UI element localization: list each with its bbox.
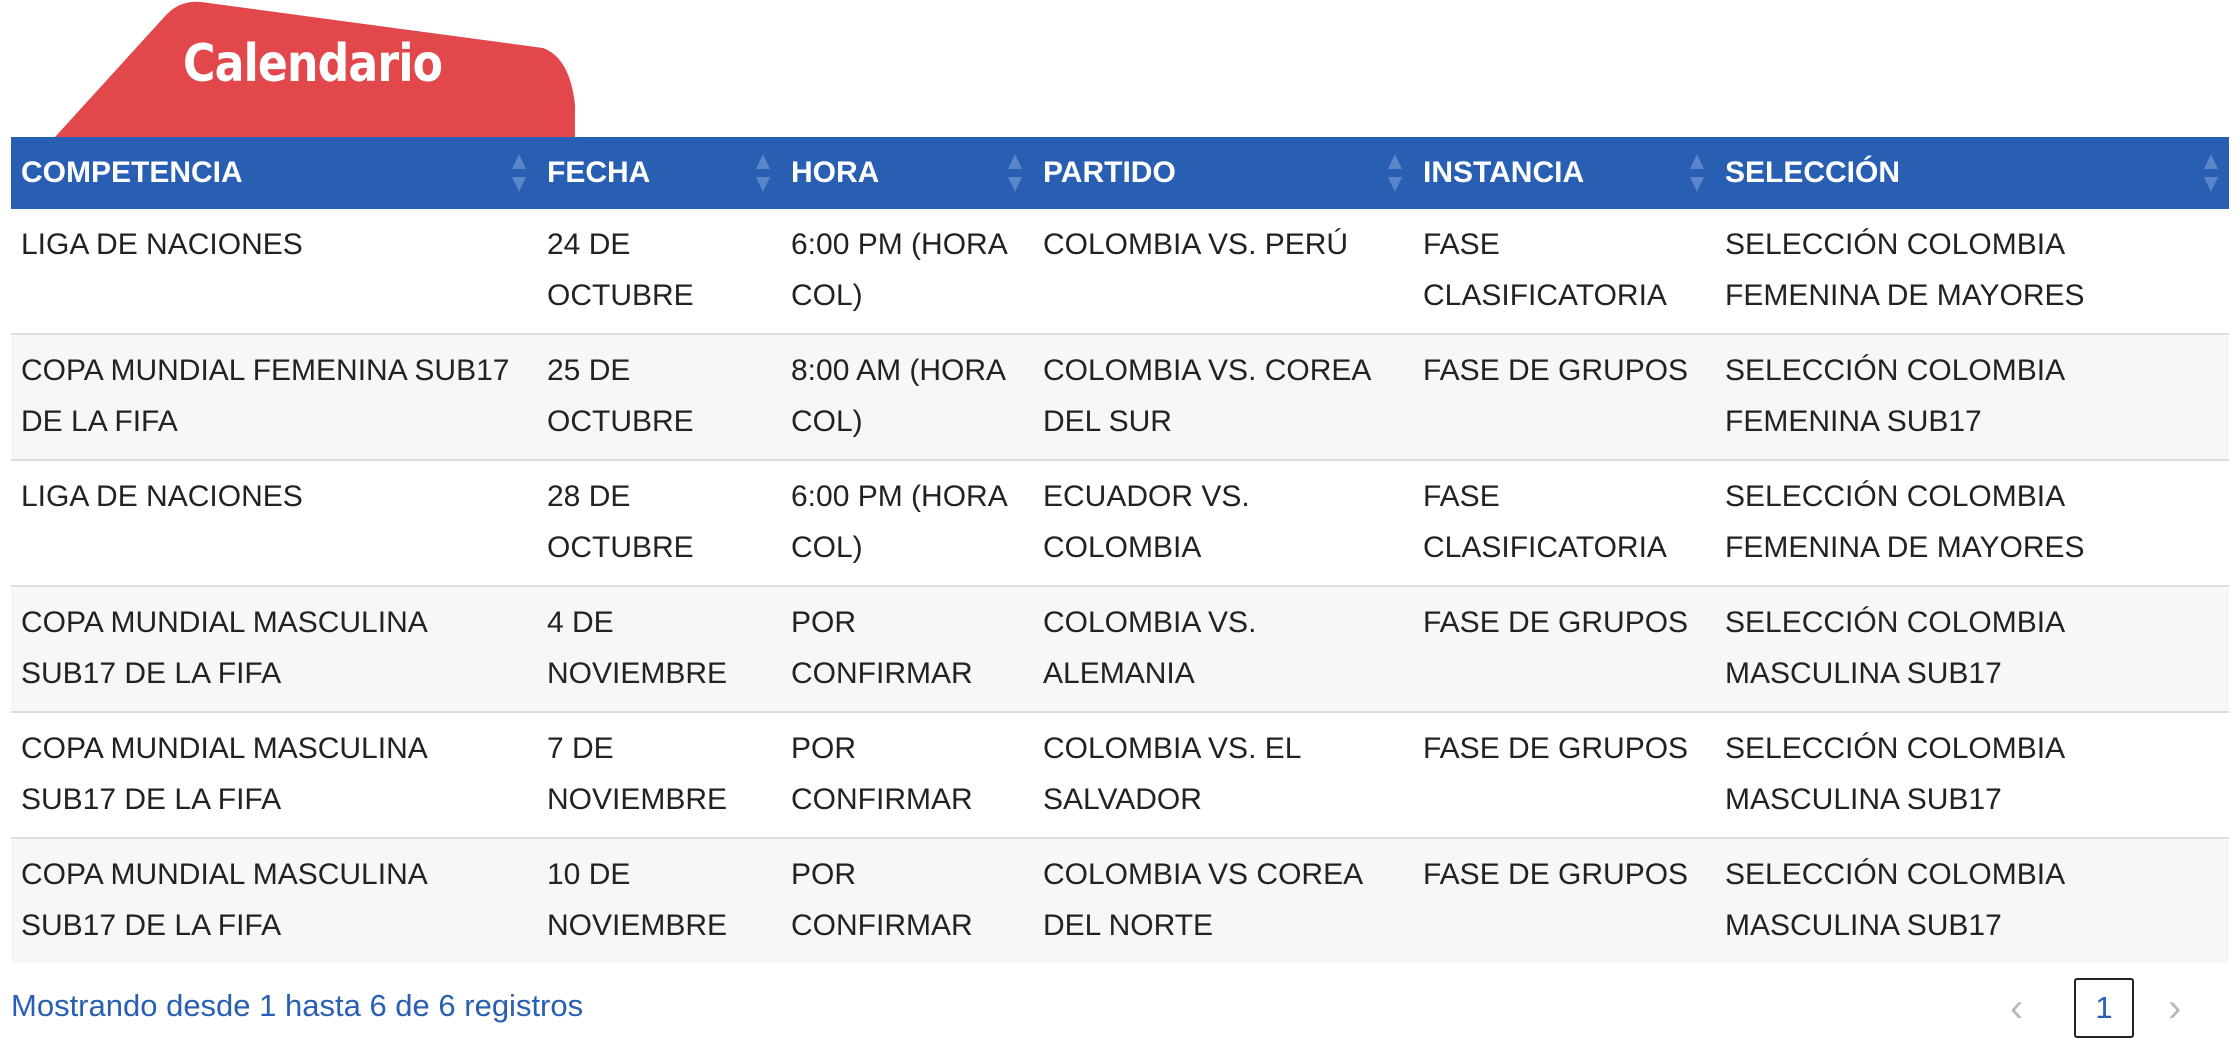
cell-instancia: FASE DE GRUPOS [1413, 711, 1715, 838]
chevron-left-icon[interactable]: ‹ [2010, 986, 2023, 1031]
table-body: LIGA DE NACIONES 24 DE OCTUBRE 6:00 PM (… [11, 209, 2229, 963]
cell-hora: POR CONFIRMAR [781, 585, 1033, 712]
cell-partido: COLOMBIA VS. COREA DEL SUR [1033, 333, 1413, 460]
cell-hora: POR CONFIRMAR [781, 711, 1033, 838]
sort-icon[interactable] [1387, 150, 1403, 196]
chevron-right-icon[interactable]: › [2168, 986, 2181, 1031]
table-row: COPA MUNDIAL MASCULINA SUB17 DE LA FIFA … [11, 711, 2229, 838]
cell-hora: 6:00 PM (HORA COL) [781, 459, 1033, 586]
cell-hora: POR CONFIRMAR [781, 837, 1033, 963]
cell-competencia: COPA MUNDIAL FEMENINA SUB17 DE LA FIFA [11, 333, 537, 460]
cell-seleccion: SELECCIÓN COLOMBIA MASCULINA SUB17 [1715, 837, 2229, 963]
column-header-competencia[interactable]: COMPETENCIA [11, 137, 537, 209]
cell-hora: 6:00 PM (HORA COL) [791, 228, 1007, 312]
column-header-seleccion[interactable]: SELECCIÓN [1715, 137, 2229, 209]
column-header-label: FECHA [547, 156, 651, 189]
cell-fecha: 10 DE NOVIEMBRE [537, 837, 781, 963]
cell-competencia: COPA MUNDIAL MASCULINA SUB17 DE LA FIFA [11, 837, 537, 963]
column-header-hora[interactable]: HORA [781, 137, 1033, 209]
sort-icon[interactable] [1007, 150, 1023, 196]
section-title-tab: Calendario [55, 0, 575, 137]
sort-icon[interactable] [511, 150, 527, 196]
cell-instancia: FASE DE GRUPOS [1413, 333, 1715, 460]
calendar-table: COMPETENCIA FECHA HORA PARTIDO INSTANCIA… [11, 137, 2229, 963]
cell-partido: COLOMBIA VS. ALEMANIA [1033, 585, 1413, 712]
column-header-label: SELECCIÓN [1725, 156, 1901, 189]
cell-seleccion: SELECCIÓN COLOMBIA MASCULINA SUB17 [1715, 585, 2229, 712]
cell-hora: 8:00 AM (HORA COL) [781, 333, 1033, 460]
cell-fecha: 4 DE NOVIEMBRE [537, 585, 781, 712]
table-header: COMPETENCIA FECHA HORA PARTIDO INSTANCIA… [11, 137, 2229, 209]
cell-seleccion: SELECCIÓN COLOMBIA FEMENINA DE MAYORES [1715, 459, 2229, 586]
column-header-fecha[interactable]: FECHA [537, 137, 781, 209]
header-row: COMPETENCIA FECHA HORA PARTIDO INSTANCIA… [11, 137, 2229, 209]
cell-instancia: FASE CLASIFICATORIA [1413, 459, 1715, 586]
column-header-label: COMPETENCIA [21, 156, 243, 189]
cell-competencia: LIGA DE NACIONES [11, 459, 537, 586]
cell-seleccion: SELECCIÓN COLOMBIA FEMENINA SUB17 [1715, 333, 2229, 460]
cell-instancia: FASE CLASIFICATORIA [1423, 228, 1667, 312]
cell-fecha: 25 DE OCTUBRE [537, 333, 781, 460]
sort-icon[interactable] [755, 150, 771, 196]
table-row: LIGA DE NACIONES 28 DE OCTUBRE 6:00 PM (… [11, 459, 2229, 586]
table-row: COPA MUNDIAL MASCULINA SUB17 DE LA FIFA … [11, 585, 2229, 712]
cell-instancia: FASE DE GRUPOS [1413, 837, 1715, 963]
table-row: LIGA DE NACIONES 24 DE OCTUBRE 6:00 PM (… [11, 209, 2229, 334]
sort-icon[interactable] [1689, 150, 1705, 196]
table-row: COPA MUNDIAL FEMENINA SUB17 DE LA FIFA 2… [11, 333, 2229, 460]
cell-competencia: LIGA DE NACIONES [21, 228, 303, 261]
column-header-label: PARTIDO [1043, 156, 1176, 189]
table-row: COPA MUNDIAL MASCULINA SUB17 DE LA FIFA … [11, 837, 2229, 963]
column-header-partido[interactable]: PARTIDO [1033, 137, 1413, 209]
column-header-label: INSTANCIA [1423, 156, 1585, 189]
cell-fecha: 24 DE OCTUBRE [547, 228, 694, 312]
page-button-1[interactable]: 1 [2074, 978, 2134, 1038]
cell-competencia: COPA MUNDIAL MASCULINA SUB17 DE LA FIFA [11, 585, 537, 712]
cell-seleccion: SELECCIÓN COLOMBIA FEMENINA DE MAYORES [1725, 228, 2085, 312]
pagination: ‹ 1 › [2000, 978, 2240, 1042]
cell-partido: COLOMBIA VS COREA DEL NORTE [1033, 837, 1413, 963]
cell-competencia: COPA MUNDIAL MASCULINA SUB17 DE LA FIFA [11, 711, 537, 838]
cell-instancia: FASE DE GRUPOS [1413, 585, 1715, 712]
section-title: Calendario [183, 34, 443, 94]
table-info: Mostrando desde 1 hasta 6 de 6 registros [11, 988, 584, 1023]
column-header-instancia[interactable]: INSTANCIA [1413, 137, 1715, 209]
cell-partido: ECUADOR VS. COLOMBIA [1033, 459, 1413, 586]
sort-icon[interactable] [2203, 150, 2219, 196]
column-header-label: HORA [791, 156, 880, 189]
cell-partido: COLOMBIA VS. EL SALVADOR [1033, 711, 1413, 838]
cell-fecha: 28 DE OCTUBRE [537, 459, 781, 586]
cell-partido: COLOMBIA VS. PERÚ [1043, 228, 1349, 261]
cell-fecha: 7 DE NOVIEMBRE [537, 711, 781, 838]
cell-seleccion: SELECCIÓN COLOMBIA MASCULINA SUB17 [1715, 711, 2229, 838]
